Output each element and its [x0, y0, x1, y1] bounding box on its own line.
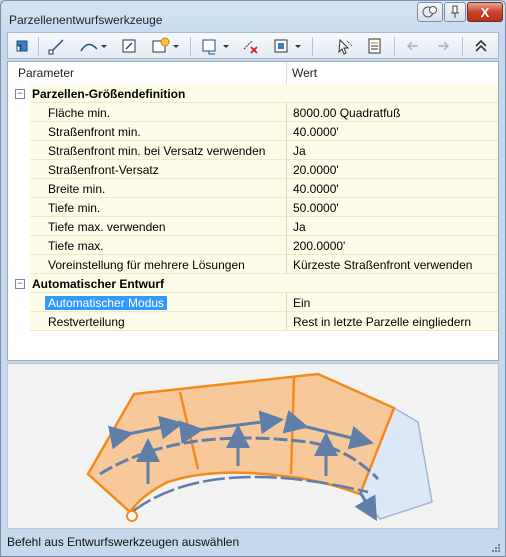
curve-tool-button[interactable] [76, 36, 110, 56]
property-row[interactable]: Fläche min. 8000.00 Quadratfuß [8, 103, 498, 122]
header-parameter[interactable]: Parameter [18, 66, 74, 80]
line-tool-icon [48, 39, 64, 55]
delete-subentity-icon [243, 40, 258, 54]
property-row[interactable]: Straßenfront-Versatz 20.0000' [8, 160, 498, 179]
free-form-button[interactable] [118, 36, 140, 56]
toolbar [7, 32, 499, 59]
redo-icon [438, 41, 450, 51]
grid-header: Parameter Wert [8, 62, 498, 85]
property-row[interactable]: Straßenfront min. bei Versatz verwenden … [8, 141, 498, 160]
property-label: Restverteilung [48, 315, 125, 329]
resize-grip-icon[interactable] [491, 543, 501, 553]
property-value[interactable]: 20.0000' [293, 163, 339, 177]
help-icon [422, 6, 437, 18]
slide-line-create-icon [152, 37, 179, 53]
property-value[interactable]: 40.0000' [293, 125, 339, 139]
property-row[interactable]: Restverteilung Rest in letzte Parzelle e… [8, 312, 498, 331]
header-value[interactable]: Wert [292, 66, 317, 80]
property-label: Tiefe max. [48, 239, 104, 253]
status-bar-text: Befehl aus Entwurfswerkzeugen auswählen [7, 535, 240, 549]
collapse-toggle-icon[interactable]: − [15, 89, 25, 99]
collapse-icon [475, 39, 487, 52]
property-label: Voreinstellung für mehrere Lösungen [48, 258, 245, 272]
pin-icon [451, 5, 459, 18]
parcel-layout-tools-window: Parzellenentwurfswerkzeuge X Parameter W… [0, 0, 506, 557]
property-label: Tiefe max. verwenden [48, 220, 166, 234]
slide-line-create-button[interactable] [148, 36, 182, 56]
property-label: Straßenfront min. [48, 125, 141, 139]
close-icon: X [480, 4, 490, 20]
layout-preview-image [7, 363, 499, 529]
category-automatic-layout[interactable]: − Automatischer Entwurf [8, 274, 498, 293]
property-label: Tiefe min. [48, 201, 101, 215]
property-value[interactable]: Ja [293, 144, 306, 158]
redo-button[interactable] [432, 36, 454, 56]
start-point [126, 510, 138, 522]
parcel-layout-icon [16, 40, 28, 52]
property-label: Straßenfront min. bei Versatz verwenden [48, 144, 266, 158]
edit-table-button[interactable] [364, 36, 386, 56]
collapse-toggle-icon[interactable]: − [15, 279, 25, 289]
category-label: Automatischer Entwurf [32, 277, 165, 291]
property-value[interactable]: 40.0000' [293, 182, 339, 196]
property-grid: Parameter Wert − Parzellen-Größendefinit… [7, 61, 499, 361]
property-label: Straßenfront-Versatz [48, 163, 159, 177]
swing-line-button[interactable] [198, 36, 232, 56]
swing-line-icon [202, 39, 229, 55]
property-label: Fläche min. [48, 106, 111, 120]
property-value[interactable]: Ein [293, 296, 310, 310]
property-row[interactable]: Tiefe max. 200.0000' [8, 236, 498, 255]
property-row[interactable]: Voreinstellung für mehrere Lösungen Kürz… [8, 255, 498, 274]
pin-button[interactable] [444, 2, 466, 22]
window-title: Parzellenentwurfswerkzeuge [9, 13, 163, 27]
edit-table-icon [368, 38, 381, 54]
free-form-icon [122, 39, 136, 53]
parcel-layout-diagram [86, 372, 433, 522]
property-row[interactable]: Tiefe max. verwenden Ja [8, 217, 498, 236]
collapse-button[interactable] [470, 36, 492, 56]
line-tool-button[interactable] [46, 36, 68, 56]
undo-button[interactable] [402, 36, 424, 56]
property-row[interactable]: Breite min. 40.0000' [8, 179, 498, 198]
property-value[interactable]: Ja [293, 220, 306, 234]
property-value[interactable]: Rest in letzte Parzelle eingliedern [293, 315, 471, 329]
property-value[interactable]: 8000.00 Quadratfuß [293, 106, 400, 120]
parcel-area [86, 372, 396, 514]
parcel-union-button[interactable] [270, 36, 304, 56]
close-button[interactable]: X [467, 2, 503, 22]
property-label: Automatischer Modus [45, 296, 168, 310]
property-value[interactable]: 50.0000' [293, 201, 339, 215]
property-row-selected[interactable]: Automatischer Modus Ein [8, 293, 498, 312]
property-value[interactable]: Kürzeste Straßenfront verwenden [293, 258, 472, 272]
select-entity-icon [338, 38, 353, 55]
property-row[interactable]: Tiefe min. 50.0000' [8, 198, 498, 217]
parcel-layout-button[interactable] [12, 36, 34, 56]
property-label: Breite min. [48, 182, 106, 196]
select-entity-button[interactable] [334, 36, 356, 56]
help-button[interactable] [417, 2, 443, 22]
property-value[interactable]: 200.0000' [293, 239, 345, 253]
category-size-definition[interactable]: − Parzellen-Größendefinition [8, 84, 498, 103]
delete-subentity-button[interactable] [240, 36, 262, 56]
undo-icon [406, 41, 418, 51]
property-row[interactable]: Straßenfront min. 40.0000' [8, 122, 498, 141]
curve-tool-icon [80, 43, 107, 52]
parcel-union-icon [274, 39, 301, 53]
category-label: Parzellen-Größendefinition [32, 87, 186, 101]
